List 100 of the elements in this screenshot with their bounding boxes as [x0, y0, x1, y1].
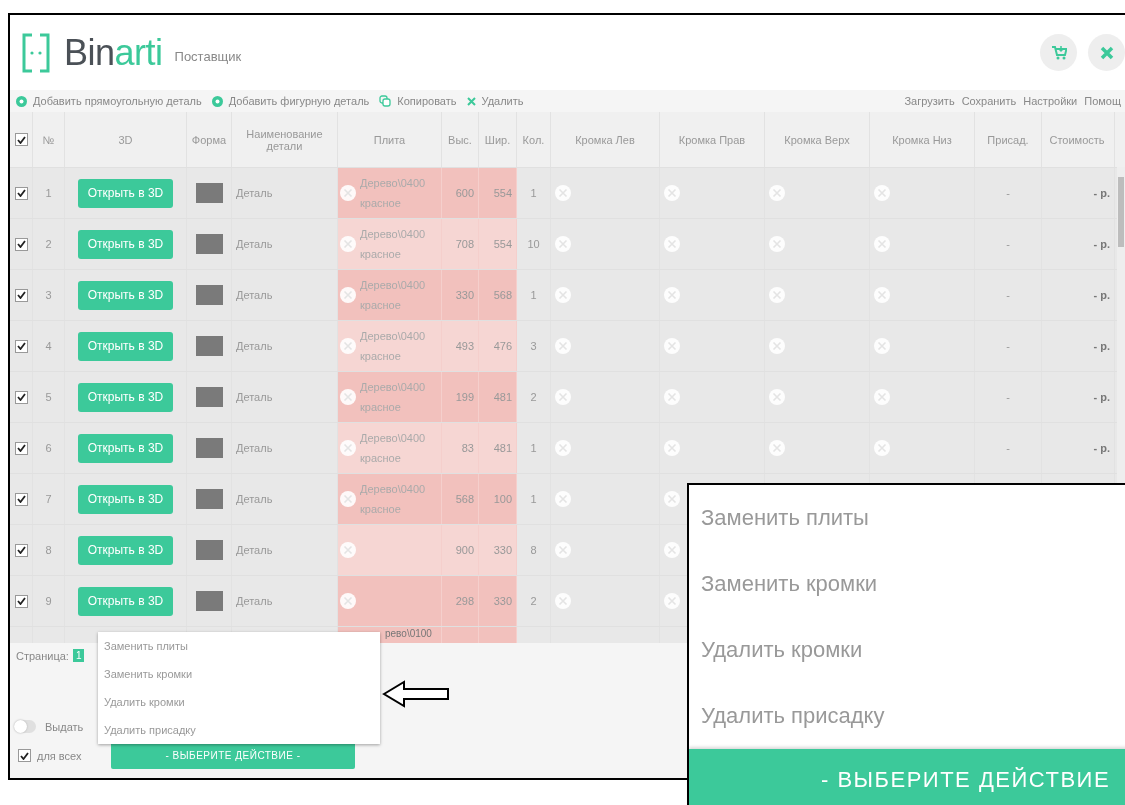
action-select-button[interactable]: - ВЫБЕРИТЕ ДЕЙСТВИЕ - — [111, 742, 355, 769]
checkbox[interactable] — [14, 594, 28, 608]
x-circle-icon — [874, 185, 890, 201]
column-header: Кромка Низ — [870, 112, 975, 167]
shape-thumbnail — [195, 234, 223, 254]
table-cell: 330 — [479, 576, 517, 626]
table-cell: 568 — [442, 474, 479, 524]
check-icon — [16, 189, 26, 197]
cart-icon — [1050, 45, 1067, 60]
open-3d-button[interactable]: Открыть в 3D — [77, 382, 174, 412]
toolbar-link[interactable]: Настройки — [1023, 95, 1078, 107]
copy-icon — [379, 95, 392, 107]
open-3d-button[interactable]: Открыть в 3D — [77, 535, 174, 565]
x-circle-icon — [555, 236, 571, 252]
table-cell: - р. — [1042, 168, 1115, 218]
plus-circle-icon — [16, 95, 27, 107]
menu-item[interactable]: Удалить присадку — [98, 716, 380, 744]
toolbar-link[interactable]: Помощ — [1084, 95, 1121, 107]
checkbox[interactable] — [14, 390, 28, 404]
delete-icon — [466, 96, 476, 106]
table-cell: 2 — [33, 219, 65, 269]
table-cell: 199 — [442, 372, 479, 422]
menu-item[interactable]: Заменить плиты — [689, 485, 1125, 551]
open-3d-button[interactable]: Открыть в 3D — [77, 178, 174, 208]
toolbar-button[interactable]: Копировать — [379, 95, 457, 107]
table-cell — [442, 627, 479, 643]
x-circle-icon — [874, 236, 890, 252]
open-3d-button[interactable]: Открыть в 3D — [77, 484, 174, 514]
table-cell: 3 — [517, 321, 551, 371]
table-cell: 8 — [517, 525, 551, 575]
menu-item[interactable]: Заменить кромки — [98, 660, 380, 688]
x-circle-icon — [555, 287, 571, 303]
checkbox[interactable] — [14, 237, 28, 251]
menu-item[interactable]: Удалить присадку — [689, 683, 1125, 749]
x-circle-icon — [769, 236, 785, 252]
plate-name: Дерево\0400 красное — [360, 482, 427, 517]
checkbox[interactable] — [14, 288, 28, 302]
toolbar-button[interactable]: Добавить фигурную деталь — [211, 95, 370, 107]
check-icon — [16, 135, 26, 144]
x-circle-icon — [874, 287, 890, 303]
menu-item[interactable]: Удалить кромки — [689, 617, 1125, 683]
x-circle-icon — [874, 440, 890, 456]
column-header: Шир. — [479, 112, 517, 167]
column-header: Кромка Лев — [551, 112, 660, 167]
check-icon — [16, 546, 26, 554]
toggle-switch[interactable] — [14, 720, 36, 733]
column-header: Кромка Прав — [660, 112, 765, 167]
menu-item[interactable]: Удалить кромки — [98, 688, 380, 716]
check-icon — [16, 597, 26, 605]
scrollbar-thumb[interactable] — [1118, 177, 1124, 247]
logo-text: Binarti — [64, 31, 163, 74]
x-circle-icon — [340, 440, 356, 456]
column-header: Наименование детали — [232, 112, 338, 167]
checkbox[interactable] — [14, 441, 28, 455]
column-header: Кромка Верх — [765, 112, 870, 167]
table-cell: 493 — [442, 321, 479, 371]
x-circle-icon — [340, 491, 356, 507]
open-3d-button[interactable]: Открыть в 3D — [77, 229, 174, 259]
table-cell: - р. — [1042, 372, 1115, 422]
table-cell: - — [975, 321, 1042, 371]
checkbox[interactable] — [14, 339, 28, 353]
page-label: Страница: — [16, 649, 69, 662]
check-icon — [16, 240, 26, 248]
shape-thumbnail — [195, 336, 223, 356]
toolbar-button[interactable]: Удалить — [466, 95, 524, 107]
checkbox[interactable] — [14, 492, 28, 506]
checkbox[interactable] — [14, 133, 28, 146]
toolbar-button[interactable]: Добавить прямоугольную деталь — [16, 95, 202, 107]
checkbox[interactable] — [14, 186, 28, 200]
x-circle-icon — [769, 287, 785, 303]
table-cell: 10 — [517, 219, 551, 269]
table-cell: 2 — [517, 372, 551, 422]
table-cell: 9 — [33, 576, 65, 626]
x-circle-icon — [340, 389, 356, 405]
table-cell: 568 — [479, 270, 517, 320]
plate-name: Дерево\0400 красное — [360, 329, 427, 364]
x-circle-icon — [340, 542, 356, 558]
shape-thumbnail — [195, 285, 223, 305]
menu-item[interactable]: Заменить кромки — [689, 551, 1125, 617]
open-3d-button[interactable]: Открыть в 3D — [77, 331, 174, 361]
open-3d-button[interactable]: Открыть в 3D — [77, 433, 174, 463]
shape-thumbnail — [195, 183, 223, 203]
action-select-button[interactable]: - ВЫБЕРИТЕ ДЕЙСТВИЕ — [689, 749, 1125, 805]
table-cell: 900 — [442, 525, 479, 575]
plate-name: Дерево\0400 красное — [360, 380, 427, 415]
checkbox[interactable] — [18, 749, 31, 762]
checkbox[interactable] — [14, 543, 28, 557]
x-circle-icon — [664, 236, 680, 252]
toggle-label: Выдать — [45, 720, 84, 733]
page-number[interactable]: 1 — [72, 649, 85, 662]
table-cell: 481 — [479, 423, 517, 473]
x-circle-icon — [340, 338, 356, 354]
open-3d-button[interactable]: Открыть в 3D — [77, 586, 174, 616]
toolbar-link[interactable]: Сохранить — [961, 95, 1017, 107]
x-circle-icon — [664, 491, 680, 507]
door-logo-icon — [22, 32, 50, 73]
table-cell: - р. — [1042, 423, 1115, 473]
open-3d-button[interactable]: Открыть в 3D — [77, 280, 174, 310]
x-circle-icon — [769, 440, 785, 456]
toolbar-link[interactable]: Загрузить — [904, 95, 955, 107]
